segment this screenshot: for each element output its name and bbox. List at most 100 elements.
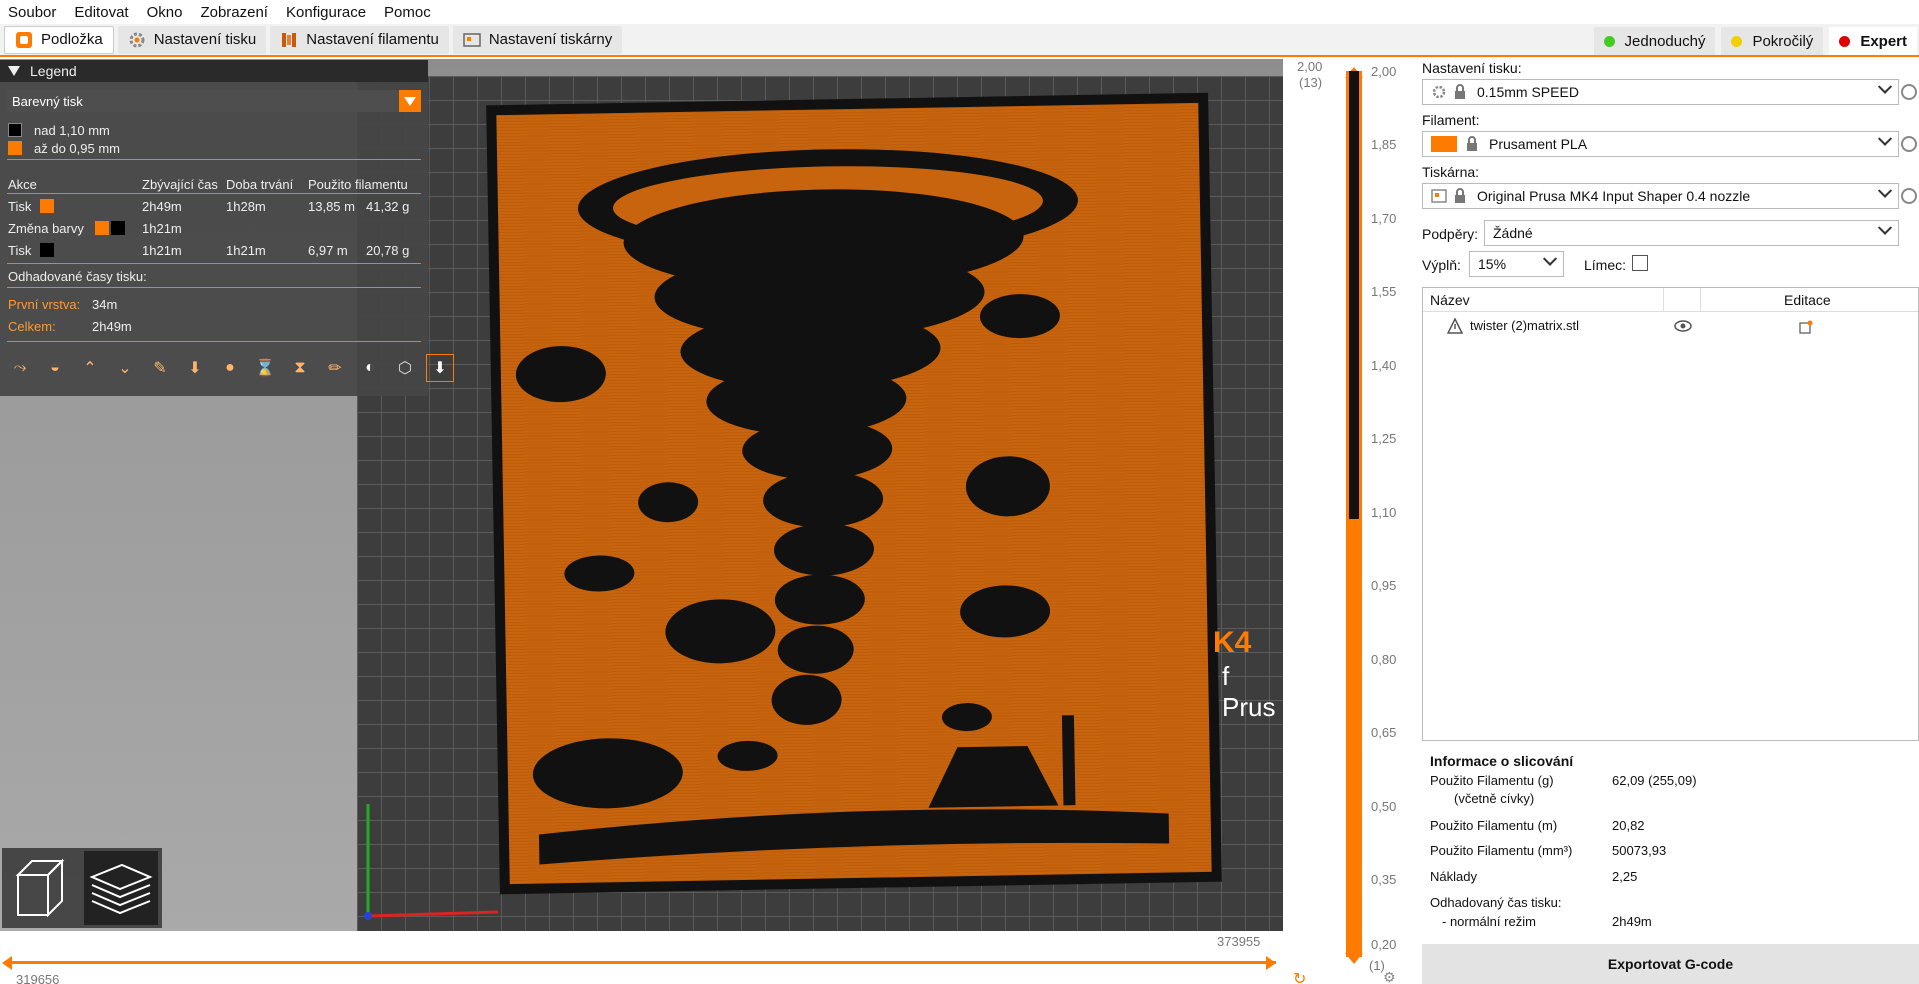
layer-tick-label: 1,55 xyxy=(1371,284,1397,299)
infill-select[interactable]: 15% xyxy=(1469,251,1564,277)
layer-tick-label: 1,85 xyxy=(1371,137,1397,152)
column-edit-header[interactable]: Editace xyxy=(1784,292,1831,308)
mode-selector: Jednoduchý Pokročilý Expert xyxy=(1588,27,1917,55)
menu-pomoc[interactable]: Pomoc xyxy=(384,4,431,21)
supports-label: Podpěry: xyxy=(1422,226,1479,242)
mode-expert[interactable]: Expert xyxy=(1829,27,1917,55)
cost-value: 2,25 xyxy=(1612,869,1638,884)
legend-toolbar: ⤳ ◒ ⌃ ⌄ ✎ ⬇ ● ⌛ ⧗ ✏ ◐ ⬡ ⬇ xyxy=(6,354,461,382)
tool-changes-icon[interactable]: ⬇ xyxy=(181,354,209,382)
menu-bar: Soubor Editovat Okno Zobrazení Konfigura… xyxy=(0,0,1919,24)
normal-mode-label: - normální režim xyxy=(1442,914,1536,929)
chevron-down-icon xyxy=(1877,79,1893,94)
color-swatch xyxy=(8,123,22,137)
tab-filament-settings[interactable]: Nastavení filamentu xyxy=(270,25,449,54)
brim-checkbox[interactable] xyxy=(1632,255,1648,271)
vertical-layer-slider[interactable]: 2,00 (13) 2,00 1,85 1,70 1,55 1,40 1,25 … xyxy=(1283,59,1418,984)
red-dot-icon xyxy=(1839,35,1851,47)
estimated-time-label: Odhadovaný čas tisku: xyxy=(1430,895,1562,910)
view-switch xyxy=(2,848,162,928)
sliced-model-preview[interactable] xyxy=(496,102,1212,885)
chevron-down-icon xyxy=(1542,251,1558,266)
menu-okno[interactable]: Okno xyxy=(147,4,183,21)
legend-header[interactable]: Legend xyxy=(0,60,428,82)
tab-plater[interactable]: Podložka xyxy=(4,25,114,54)
estimated-times-title: Odhadované časy tisku: xyxy=(8,269,147,284)
first-layer-label: První vrstva: xyxy=(8,297,81,312)
slider-right-value: 373955 xyxy=(1217,934,1261,949)
tab-plater-label: Podložka xyxy=(41,31,103,48)
mode-simple-label: Jednoduchý xyxy=(1624,32,1706,50)
top-layer-value: 2,00 xyxy=(1297,59,1323,74)
shells-icon[interactable]: ⬡ xyxy=(391,354,419,382)
divider xyxy=(7,193,421,194)
edit-settings-icon[interactable] xyxy=(1798,319,1814,335)
column-header: Doba trvání xyxy=(226,177,294,192)
total-label: Celkem: xyxy=(8,319,56,334)
action-cell: Tisk xyxy=(8,243,32,258)
mode-expert-label: Expert xyxy=(1860,32,1907,50)
menu-konfigurace[interactable]: Konfigurace xyxy=(286,4,366,21)
settings-cog-icon[interactable]: ⚙ xyxy=(1383,969,1396,984)
eye-icon[interactable] xyxy=(1674,320,1692,332)
filament-color-swatch[interactable] xyxy=(1431,136,1457,152)
slider-right-thumb[interactable] xyxy=(1266,956,1276,970)
travel-icon[interactable]: ⤳ xyxy=(6,354,34,382)
supports-select[interactable]: Žádné xyxy=(1484,220,1899,246)
center-of-gravity-icon[interactable]: ◐ xyxy=(356,354,384,382)
lock-icon xyxy=(1455,188,1465,203)
horizontal-slider-track xyxy=(8,961,1276,964)
printer-gear-icon[interactable] xyxy=(1901,188,1917,204)
mode-simple[interactable]: Jednoduchý xyxy=(1593,27,1716,55)
slider-left-value: 319656 xyxy=(16,972,60,984)
filament-mm3-label: Použito Filamentu (mm³) xyxy=(1430,843,1573,858)
infill-value: 15% xyxy=(1478,256,1507,272)
print-settings-select[interactable]: 0.15mm SPEED xyxy=(1422,79,1899,105)
filament-gear-icon[interactable] xyxy=(1901,136,1917,152)
mode-advanced[interactable]: Pokročilý xyxy=(1721,27,1824,55)
layer-tick-label: 0,65 xyxy=(1371,725,1397,740)
menu-editovat[interactable]: Editovat xyxy=(74,4,128,21)
color-swatch xyxy=(111,221,125,235)
list-item[interactable]: twister (2)matrix.stl xyxy=(1423,314,1918,338)
wipe-icon[interactable]: ◒ xyxy=(41,354,69,382)
color-changes-icon[interactable]: ● xyxy=(216,354,244,382)
green-dot-icon xyxy=(1603,35,1615,47)
filament-select[interactable]: Prusament PLA xyxy=(1422,131,1899,157)
total-value: 2h49m xyxy=(92,319,132,334)
retractions-icon[interactable]: ⌃ xyxy=(76,354,104,382)
warning-icon[interactable] xyxy=(1447,318,1463,334)
column-header: Zbývající čas xyxy=(142,177,218,192)
layer-tick-label: 0,20 xyxy=(1371,937,1397,952)
export-gcode-button[interactable]: Exportovat G-code xyxy=(1422,944,1919,984)
bottom-thumb[interactable] xyxy=(1345,953,1363,964)
printer-select[interactable]: Original Prusa MK4 Input Shaper 0.4 nozz… xyxy=(1422,183,1899,209)
legend-range-row: až do 0,95 mm xyxy=(8,139,120,157)
column-name-header[interactable]: Název xyxy=(1430,292,1470,308)
view-type-select[interactable]: Barevný tisk xyxy=(7,90,421,112)
pause-icon[interactable]: ⌛ xyxy=(251,354,279,382)
custom-gcode-icon[interactable]: ⧗ xyxy=(286,354,314,382)
3d-view-icon[interactable] xyxy=(8,853,78,923)
seams-icon[interactable]: ✎ xyxy=(146,354,174,382)
slider-left-thumb[interactable] xyxy=(2,956,12,970)
object-list-header: Název Editace xyxy=(1423,288,1918,312)
revert-icon[interactable]: ↻ xyxy=(1293,969,1306,984)
column-header: Použito filamentu xyxy=(308,177,408,192)
duration-cell: 1h28m xyxy=(226,199,266,214)
preview-layers-icon[interactable] xyxy=(84,851,158,925)
divider xyxy=(7,341,421,342)
print-settings-gear-icon[interactable] xyxy=(1901,84,1917,100)
edit-icon[interactable]: ✏ xyxy=(321,354,349,382)
tool-marker-icon[interactable]: ⬇ xyxy=(426,354,454,382)
horizontal-slider[interactable]: 373955 319656 xyxy=(0,931,1283,984)
tab-print-settings[interactable]: Nastavení tisku xyxy=(117,25,267,54)
column-divider xyxy=(1700,288,1701,312)
menu-soubor[interactable]: Soubor xyxy=(8,4,56,21)
tab-printer-settings[interactable]: Nastavení tiskárny xyxy=(452,25,623,54)
layer-tick-label: 0,50 xyxy=(1371,799,1397,814)
menu-zobrazeni[interactable]: Zobrazení xyxy=(200,4,268,21)
deretractions-icon[interactable]: ⌄ xyxy=(111,354,139,382)
tornado-artwork xyxy=(515,149,1170,865)
filament-g-value: 62,09 (255,09) xyxy=(1612,773,1697,788)
